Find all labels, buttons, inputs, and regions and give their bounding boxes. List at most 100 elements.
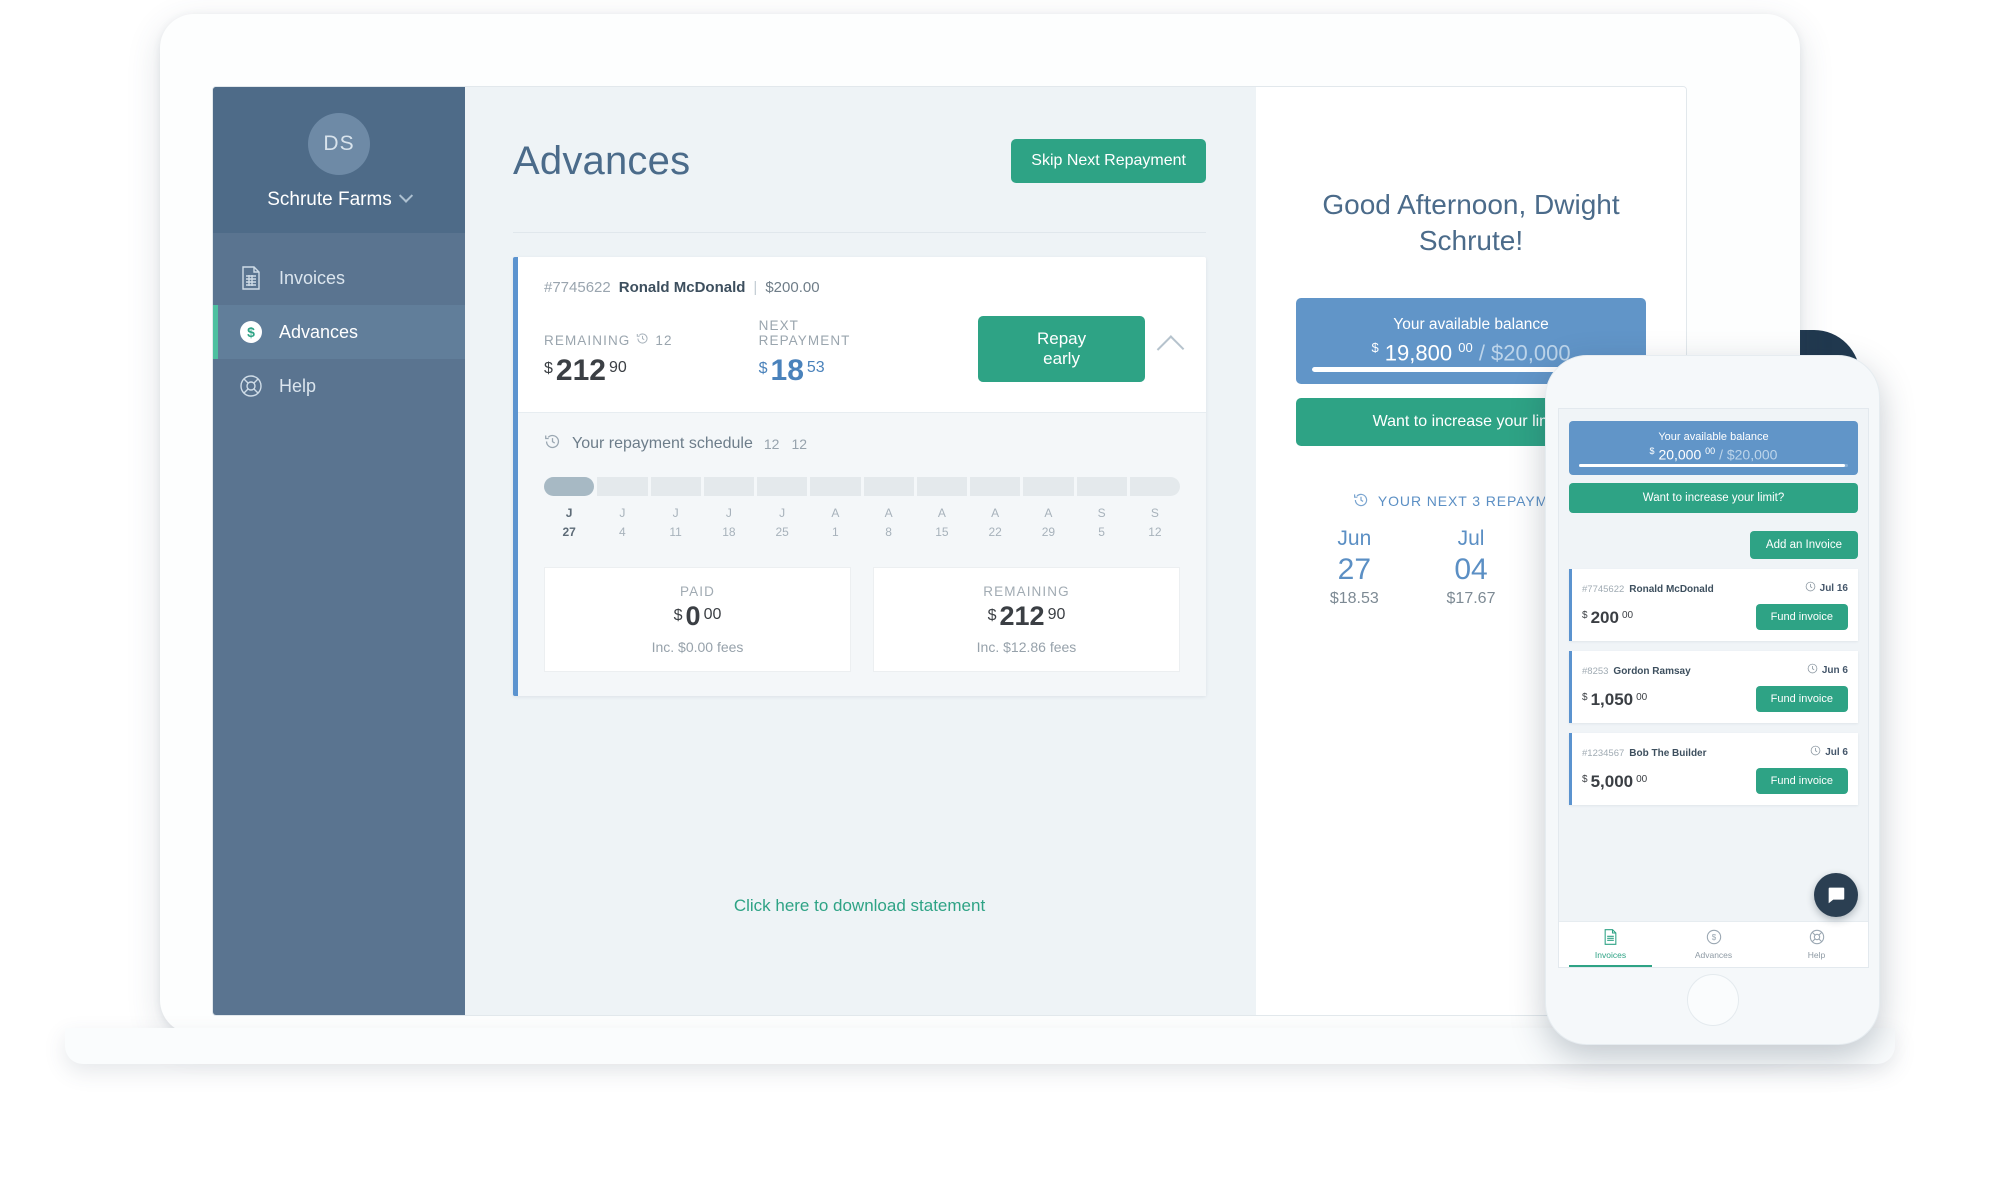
chat-support-button[interactable] bbox=[1814, 873, 1858, 917]
phone-invoice-bottom: $5,000 00 Fund invoice bbox=[1582, 768, 1848, 794]
phone-balance-card: Your available balance $ 20,000 00 / $20… bbox=[1569, 421, 1858, 475]
skip-next-repayment-button[interactable]: Skip Next Repayment bbox=[1011, 139, 1206, 183]
clock-icon bbox=[1805, 581, 1816, 595]
sidebar-nav: Invoices $ Advances Help bbox=[213, 233, 465, 413]
schedule-month: J bbox=[779, 506, 786, 520]
chevron-up-icon[interactable] bbox=[1156, 335, 1185, 363]
header-divider bbox=[513, 232, 1206, 233]
total-paid-box: PAID $ 0 00 Inc. $0.00 fees bbox=[544, 567, 851, 673]
amount-whole: 18 bbox=[770, 354, 804, 387]
phone-tab-bar: Invoices $ Advances Help bbox=[1559, 921, 1868, 967]
schedule-day: 18 bbox=[722, 524, 736, 539]
schedule-segment[interactable] bbox=[1129, 477, 1180, 496]
phone-invoice-top: #8253 Gordon Ramsay Jun 6 bbox=[1582, 661, 1848, 679]
advance-card-header: #7745622 Ronald McDonald | $200.00 bbox=[518, 257, 1206, 296]
phone-invoice-amount: $200 00 bbox=[1582, 609, 1633, 626]
schedule-segment[interactable] bbox=[916, 477, 967, 496]
stat-next-label: NEXT REPAYMENT bbox=[758, 318, 851, 348]
schedule-segment[interactable] bbox=[1076, 477, 1127, 496]
schedule-month: A bbox=[991, 506, 1000, 520]
repay-early-button[interactable]: Repay early bbox=[978, 316, 1145, 382]
phone-add-invoice-button[interactable]: Add an Invoice bbox=[1749, 531, 1858, 559]
advance-stats-row: REMAINING 12 $ 212 90 NEXT REPAYMENT $ 1… bbox=[518, 296, 1206, 412]
phone-invoice-row[interactable]: #7745622 Ronald McDonald Jul 16 $200 00 Fund … bbox=[1569, 569, 1858, 641]
fund-invoice-button[interactable]: Fund invoice bbox=[1755, 768, 1848, 794]
stat-remaining-label: REMAINING bbox=[544, 332, 631, 348]
phone-balance-cents: 00 bbox=[1705, 446, 1716, 456]
org-name: Schrute Farms bbox=[267, 189, 392, 210]
next-repayment-day: 27 bbox=[1337, 552, 1372, 586]
phone-balance-value: $ 20,000 00 / $20,000 bbox=[1581, 446, 1846, 463]
phone-increase-limit-button[interactable]: Want to increase your limit? bbox=[1569, 483, 1858, 513]
phone-invoice-row[interactable]: #1234567 Bob The Builder Jul 6 $5,000 00 Fund… bbox=[1569, 733, 1858, 805]
phone-invoice-id: #1234567 bbox=[1582, 748, 1625, 759]
repayment-schedule: Your repayment schedule 12 12 J 27 J 4 J 11 J 1… bbox=[518, 412, 1206, 697]
app-window: DS Schrute Farms Invoices $ Advances Hel… bbox=[213, 87, 1686, 1015]
schedule-segment[interactable] bbox=[970, 477, 1021, 496]
phone-invoice-date: Jun 6 bbox=[1821, 664, 1848, 676]
schedule-segment[interactable] bbox=[650, 477, 701, 496]
schedule-segment[interactable] bbox=[597, 477, 648, 496]
phone-tab-advances[interactable]: $ Advances bbox=[1662, 922, 1765, 967]
phone-invoice-row[interactable]: #8253 Gordon Ramsay Jun 6 $1,050 00 Fund invo… bbox=[1569, 651, 1858, 723]
schedule-month: A bbox=[831, 506, 840, 520]
phone-tab-label: Advances bbox=[1694, 950, 1733, 960]
schedule-month: A bbox=[884, 506, 893, 520]
org-switcher[interactable]: Schrute Farms bbox=[213, 188, 465, 211]
sidebar-item-advances[interactable]: $ Advances bbox=[213, 305, 465, 359]
next-repayment-amount: $18.53 bbox=[1329, 590, 1379, 608]
phone-invoice-identity: #7745622 Ronald McDonald bbox=[1582, 579, 1714, 597]
history-clock-icon bbox=[544, 433, 561, 455]
schedule-count-a: 12 bbox=[763, 436, 780, 452]
phone-tab-invoices[interactable]: Invoices bbox=[1559, 922, 1662, 967]
laptop-screen: DS Schrute Farms Invoices $ Advances Hel… bbox=[212, 86, 1687, 1016]
total-remaining-value: $ 212 90 bbox=[988, 603, 1066, 630]
schedule-date-label: J 25 bbox=[757, 504, 807, 541]
phone-invoice-date: Jul 16 bbox=[1819, 582, 1848, 594]
schedule-segment[interactable] bbox=[757, 477, 808, 496]
phone-invoice-bottom: $200 00 Fund invoice bbox=[1582, 604, 1848, 630]
stat-remaining: REMAINING 12 $ 212 90 bbox=[544, 332, 673, 386]
phone-home-button[interactable] bbox=[1686, 974, 1739, 1026]
phone-tab-label: Help bbox=[1807, 950, 1826, 960]
download-statement-link[interactable]: Click here to download statement bbox=[513, 896, 1206, 916]
phone-tab-help[interactable]: Help bbox=[1765, 922, 1868, 967]
main-content: Advances Skip Next Repayment #7745622 Ro… bbox=[465, 87, 1256, 1015]
phone-invoice-amount: $5,000 00 bbox=[1582, 773, 1647, 790]
schedule-title: Your repayment schedule bbox=[572, 435, 753, 452]
schedule-segment[interactable] bbox=[703, 477, 754, 496]
invoice-separator: | bbox=[753, 279, 758, 296]
currency-symbol: $ bbox=[544, 360, 553, 377]
phone-device: Your available balance $ 20,000 00 / $20… bbox=[1545, 355, 1880, 1045]
next-repayment-item: Jun 27 $18.53 bbox=[1296, 527, 1413, 609]
schedule-segment[interactable] bbox=[810, 477, 861, 496]
phone-invoice-name: Ronald McDonald bbox=[1629, 584, 1714, 595]
next-repayment-item: Jul 04 $17.67 bbox=[1413, 527, 1530, 609]
amount-cents: 90 bbox=[608, 359, 627, 376]
phone-balance-track bbox=[1579, 464, 1848, 467]
schedule-day: 5 bbox=[1098, 524, 1105, 539]
schedule-date-label: A 22 bbox=[970, 504, 1020, 541]
chat-icon bbox=[1828, 887, 1845, 904]
amount-whole: 212 bbox=[555, 354, 606, 387]
sidebar-item-help[interactable]: Help bbox=[213, 359, 465, 413]
schedule-segment[interactable] bbox=[863, 477, 914, 496]
total-paid-value: $ 0 00 bbox=[674, 603, 722, 630]
schedule-count-b: 12 bbox=[791, 436, 808, 452]
schedule-date-label: A1 bbox=[810, 504, 860, 541]
amount-whole: 0 bbox=[685, 601, 701, 632]
schedule-segment[interactable] bbox=[544, 477, 595, 496]
schedule-date-label: A 15 bbox=[917, 504, 967, 541]
currency-symbol: $ bbox=[1582, 773, 1588, 785]
avatar: DS bbox=[308, 113, 370, 175]
fund-invoice-button[interactable]: Fund invoice bbox=[1755, 686, 1848, 712]
phone-invoice-due: Jul 16 bbox=[1805, 581, 1848, 595]
sidebar-item-invoices[interactable]: Invoices bbox=[213, 251, 465, 305]
schedule-segment[interactable] bbox=[1023, 477, 1074, 496]
phone-balance-fill bbox=[1579, 464, 1846, 467]
schedule-totals: PAID $ 0 00 Inc. $0.00 fees REMAINING $ … bbox=[544, 567, 1180, 673]
fund-invoice-button[interactable]: Fund invoice bbox=[1755, 604, 1848, 630]
phone-invoice-due: Jul 6 bbox=[1810, 745, 1848, 759]
document-icon bbox=[1603, 929, 1618, 947]
schedule-date-label: J4 bbox=[597, 504, 647, 541]
